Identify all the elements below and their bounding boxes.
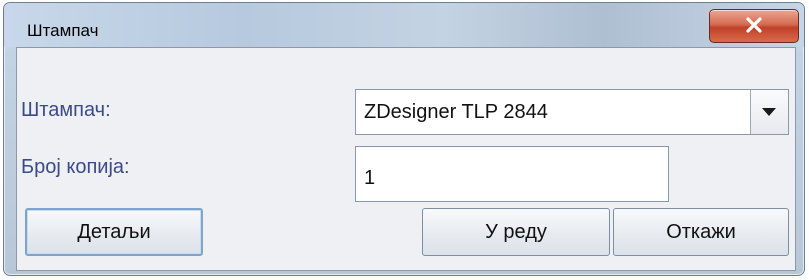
cancel-button[interactable]: Откажи	[613, 208, 789, 256]
printer-select[interactable]: ZDesigner TLP 2844	[355, 89, 789, 135]
window-title: Штампач	[27, 21, 99, 40]
chevron-down-icon	[762, 108, 776, 116]
copies-input[interactable]: 1	[355, 146, 669, 202]
copies-label: Број копија:	[21, 156, 130, 178]
copies-input-value: 1	[364, 167, 376, 189]
title-bar[interactable]: Штампач	[4, 3, 804, 47]
ok-button[interactable]: У реду	[422, 208, 610, 256]
close-icon	[746, 17, 762, 33]
close-button[interactable]	[709, 9, 799, 43]
print-dialog-window: Штампач Штампач: ZDesigner TLP 2844 Број…	[3, 2, 805, 276]
details-button[interactable]: Детаљи	[25, 208, 203, 256]
printer-select-dropdown-button[interactable]	[750, 90, 788, 134]
printer-label: Штампач:	[21, 99, 111, 121]
printer-select-value: ZDesigner TLP 2844	[364, 101, 548, 123]
dialog-content: Штампач: ZDesigner TLP 2844 Број копија:…	[16, 47, 796, 271]
